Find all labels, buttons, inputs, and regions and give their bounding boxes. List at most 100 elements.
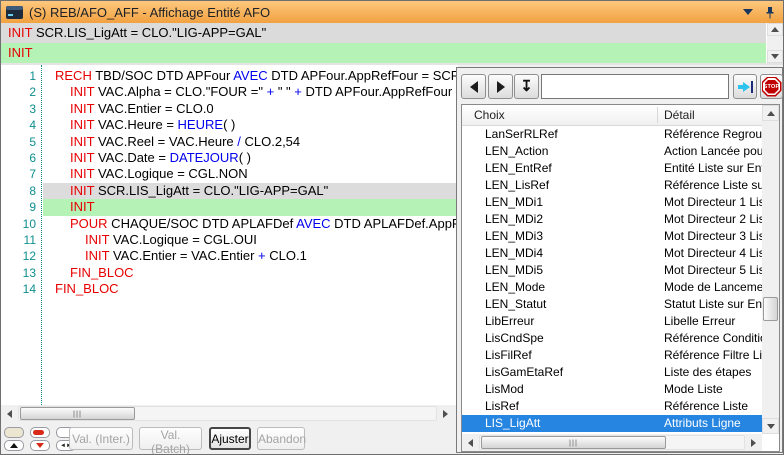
code-line[interactable]: INIT VAC.Logique = CGL.OUI (43, 232, 458, 248)
title-bar[interactable]: (S) REB/AFO_AFF - Affichage Entité AFO (1, 1, 783, 23)
list-item[interactable]: LEN_ModeMode de Lancement (462, 279, 762, 296)
list-item-choix: LanSerRLRef (485, 126, 558, 143)
scroll-track[interactable] (762, 121, 779, 418)
scroll-down-button[interactable] (767, 50, 783, 63)
list-item-detail: Mot Directeur 1 Liste (664, 194, 762, 211)
list-item[interactable]: LEN_StatutStatut Liste sur Entité (462, 296, 762, 313)
list-item[interactable]: LEN_MDi1Mot Directeur 1 Liste (462, 194, 762, 211)
marker-red-bar-icon[interactable] (30, 427, 50, 438)
code-line[interactable]: INIT VAC.Reel = VAC.Heure / CLO.2,54 (43, 134, 458, 150)
move-down-icon[interactable] (30, 440, 50, 451)
scroll-thumb[interactable] (763, 297, 778, 321)
line-number: 5 (1, 134, 41, 150)
preview-line-edited[interactable]: INIT (1, 43, 766, 63)
list-item[interactable]: LEN_EntRefEntité Liste sur Entité (462, 160, 762, 177)
scroll-track[interactable] (767, 36, 783, 50)
scroll-track[interactable] (479, 435, 745, 450)
scroll-thumb[interactable] (20, 407, 135, 420)
list-item[interactable]: LEN_MDi4Mot Directeur 4 Liste (462, 245, 762, 262)
list-item-choix: LIS_LigAtt (485, 415, 540, 432)
insert-arrow-icon (738, 81, 753, 93)
dropdown-arrow-icon[interactable] (743, 9, 753, 15)
scroll-right-button[interactable] (437, 405, 454, 422)
keyword-token: INIT (70, 199, 95, 214)
down-arrow-icon (767, 424, 775, 429)
code-line[interactable]: INIT (43, 199, 458, 215)
val-batch-button[interactable]: Val. (Batch) (139, 427, 202, 450)
list-item[interactable]: LEN_MDi3Mot Directeur 3 Liste (462, 228, 762, 245)
list-item[interactable]: LEN_ActionAction Lancée pour M (462, 143, 762, 160)
list-item[interactable]: LisCndSpeRéférence Condition (462, 330, 762, 347)
list-item-detail: Référence Regroupe (664, 126, 762, 143)
go-button[interactable] (733, 74, 757, 99)
abandon-button[interactable]: Abandon (257, 427, 305, 450)
preview-line-current[interactable]: INIT SCR.LIS_LigAtt = CLO."LIG-APP=GAL" (1, 23, 766, 43)
scroll-down-button[interactable] (762, 418, 779, 434)
insert-down-button[interactable]: ↧ (514, 74, 539, 99)
list-item[interactable]: LEN_MDi5 Mot Directeur 5 Liste (462, 262, 762, 279)
scroll-right-button[interactable] (745, 434, 762, 451)
scroll-left-button[interactable] (462, 434, 479, 451)
code-hscrollbar[interactable] (1, 405, 454, 422)
code-line[interactable]: INIT VAC.Date = DATEJOUR( ) (43, 150, 458, 166)
column-header-choix[interactable]: Choix (474, 108, 505, 122)
scroll-up-button[interactable] (762, 105, 779, 121)
code-line[interactable]: INIT VAC.Alpha = CLO."FOUR =" + " " + DT… (43, 84, 458, 100)
list-item[interactable]: LIS_LigAtt Attributs Ligne (462, 415, 762, 432)
code-token: VAC.Entier = VAC.Entier (109, 248, 258, 263)
list-item[interactable]: LEN_MDi2Mot Directeur 2 Liste (462, 211, 762, 228)
list-header[interactable]: Choix Détail (462, 105, 762, 126)
code-line[interactable]: INIT VAC.Heure = HEURE( ) (43, 117, 458, 133)
code-line[interactable]: INIT VAC.Entier = CLO.0 (43, 101, 458, 117)
code-lines: RECH TBD/SOC DTD APFour AVEC DTD APFour.… (43, 68, 458, 297)
code-line[interactable]: INIT SCR.LIS_LigAtt = CLO."LIG-APP=GAL" (43, 183, 458, 199)
choices-popup: ↧ STOP Choix Détail LanSerRLRef Référence… (456, 67, 783, 453)
code-editor[interactable]: 1234567891011121314 RECH TBD/SOC DTD APF… (1, 65, 458, 405)
code-line[interactable]: RECH TBD/SOC DTD APFour AVEC DTD APFour.… (43, 68, 458, 84)
list-item-detail: Référence Liste sur E (664, 177, 762, 194)
line-number: 7 (1, 166, 41, 182)
list-vscrollbar[interactable] (762, 105, 779, 434)
choice-filter-input[interactable] (541, 74, 729, 99)
line-number: 3 (1, 101, 41, 117)
scroll-track[interactable] (18, 406, 437, 421)
scroll-left-button[interactable] (1, 405, 18, 422)
list-hscrollbar[interactable] (462, 434, 762, 451)
back-button[interactable] (461, 74, 486, 99)
list-item-detail: Mode Liste (664, 381, 723, 398)
list-item[interactable]: LEN_LisRefRéférence Liste sur E (462, 177, 762, 194)
column-divider[interactable] (657, 107, 658, 123)
list-item[interactable]: LisModMode Liste (462, 381, 762, 398)
move-up-icon[interactable] (4, 440, 24, 451)
code-token: SCR.LIS_LigAtt = CLO."LIG-APP=GAL" (94, 183, 328, 198)
code-line[interactable]: INIT VAC.Entier = VAC.Entier + CLO.1 (43, 248, 458, 264)
keyword-token: INIT (85, 248, 109, 263)
val-inter-button[interactable]: Val. (Inter.) (69, 427, 133, 450)
code-token: VAC.Reel = VAC.Heure (94, 134, 237, 149)
code-line[interactable]: POUR CHAQUE/SOC DTD APLAFDef AVEC DTD AP… (43, 216, 458, 232)
list-item-detail: Mot Directeur 5 Liste (664, 262, 762, 279)
list-item[interactable]: LisFilRefRéférence Filtre Liste (462, 347, 762, 364)
code-token: VAC.Heure = (94, 117, 177, 132)
code-line[interactable]: FIN_BLOC (43, 265, 458, 281)
ajuster-button[interactable]: Ajuster (209, 427, 251, 450)
list-item[interactable]: LisRefRéférence Liste (462, 398, 762, 415)
scroll-thumb[interactable] (481, 436, 666, 449)
list-item[interactable]: LibErreurLibelle Erreur (462, 313, 762, 330)
code-line[interactable]: INIT VAC.Logique = CGL.NON (43, 166, 458, 182)
stop-button[interactable]: STOP (760, 74, 783, 99)
scroll-up-button[interactable] (767, 23, 783, 36)
marker-beige-icon[interactable] (4, 427, 24, 438)
forward-button[interactable] (488, 74, 513, 99)
list-item-choix: LEN_MDi5 (485, 262, 543, 279)
list-rows: LanSerRLRef Référence RegroupeLEN_ActionA… (462, 126, 762, 432)
preview-vscrollbar[interactable] (767, 23, 783, 63)
list-item[interactable]: LanSerRLRef Référence Regroupe (462, 126, 762, 143)
list-item-detail: Liste des étapes (664, 364, 751, 381)
code-line[interactable]: FIN_BLOC (43, 281, 458, 297)
down-arrow-from-bar-icon: ↧ (520, 79, 533, 94)
list-item-detail: Attributs Ligne (664, 415, 741, 432)
column-header-detail[interactable]: Détail (664, 108, 695, 122)
pin-icon[interactable] (765, 6, 775, 19)
list-item[interactable]: LisGamEtaRefListe des étapes (462, 364, 762, 381)
